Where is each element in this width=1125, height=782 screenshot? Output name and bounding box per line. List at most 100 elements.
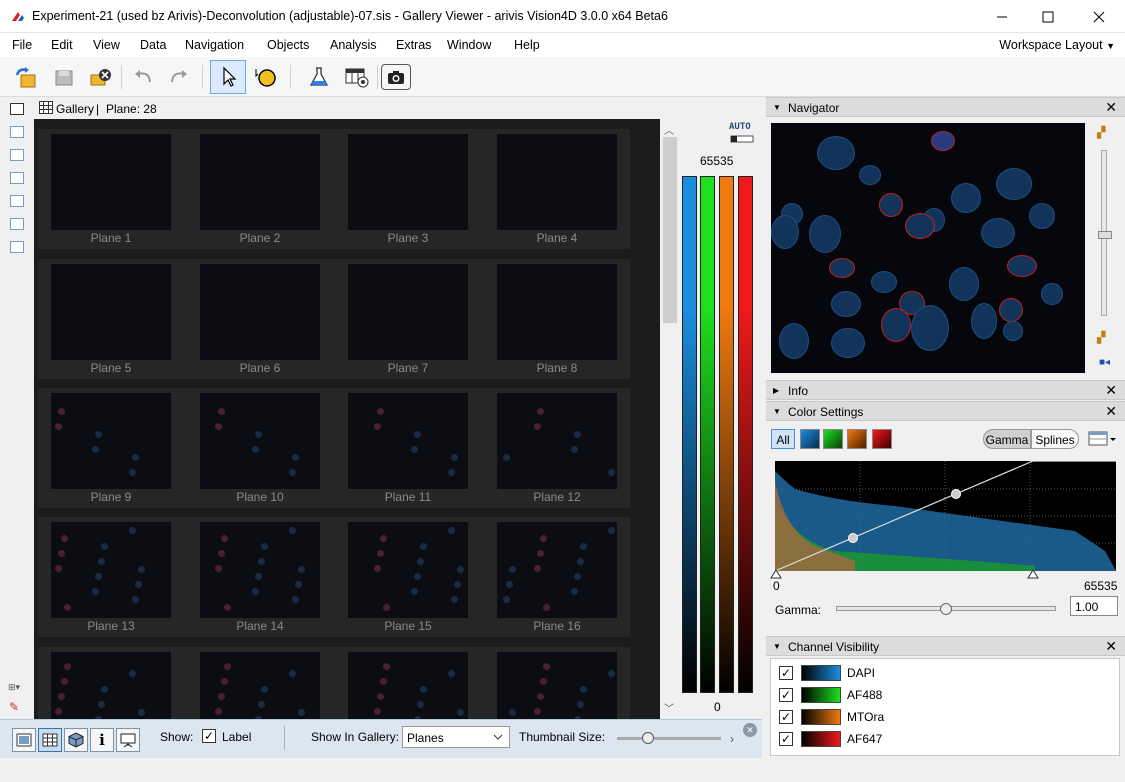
plane-thumbnail[interactable]	[348, 393, 468, 489]
plane-thumbnail[interactable]	[348, 134, 468, 230]
gallery-viewer-button[interactable]	[340, 62, 372, 92]
af647-range-bar[interactable]	[738, 176, 753, 693]
menu-objects[interactable]: Objects	[267, 38, 309, 52]
scroll-up-icon[interactable]: ︿	[664, 122, 674, 137]
black-point-marker-icon[interactable]	[770, 569, 782, 579]
info-view-button[interactable]: i	[90, 728, 114, 752]
channel-color-swatch[interactable]	[801, 687, 841, 703]
navigator-zoom-in-icon[interactable]: ▞	[1097, 126, 1105, 139]
plane-thumbnail[interactable]	[200, 522, 320, 618]
presentation-view-button[interactable]	[116, 728, 140, 752]
gallery-viewport[interactable]: Plane 1 Plane 2 Plane 3 Plane 4 Plane 5 Plane…	[34, 119, 660, 719]
plane-thumbnail[interactable]	[348, 652, 468, 719]
mtora-range-bar[interactable]	[719, 176, 734, 693]
af647-channel-button[interactable]	[872, 429, 892, 449]
mtora-channel-button[interactable]	[847, 429, 867, 449]
thumbnail-size-slider[interactable]	[617, 737, 721, 740]
channel-color-swatch[interactable]	[801, 731, 841, 747]
plane-thumbnail[interactable]	[497, 134, 617, 230]
close-button[interactable]	[1076, 0, 1122, 33]
3d-view-button[interactable]	[64, 728, 88, 752]
split-four-icon[interactable]	[10, 195, 24, 207]
dapi-channel-button[interactable]	[800, 429, 820, 449]
channel-visible-checkbox[interactable]: ✓	[779, 732, 793, 746]
chevron-right-icon[interactable]: ›	[730, 732, 734, 746]
redo-button[interactable]	[163, 62, 195, 92]
menu-file[interactable]: File	[12, 38, 32, 52]
channel-visibility-header[interactable]: ▼ Channel Visibility ✕	[766, 636, 1125, 656]
plane-thumbnail[interactable]	[348, 264, 468, 360]
plane-thumbnail[interactable]	[497, 652, 617, 719]
gallery-view-button[interactable]	[38, 728, 62, 752]
menu-analysis[interactable]: Analysis	[330, 38, 377, 52]
navigator-zoom-out-icon[interactable]: ▞	[1097, 331, 1105, 344]
menu-edit[interactable]: Edit	[51, 38, 73, 52]
gamma-tab[interactable]: Gamma	[983, 429, 1031, 449]
pin-icon[interactable]: ✎	[9, 700, 19, 714]
plane-thumbnail[interactable]	[51, 522, 171, 618]
split-three-icon[interactable]	[10, 172, 24, 184]
navigator-zoom-thumb[interactable]	[1098, 231, 1112, 239]
2d-view-button[interactable]	[12, 728, 36, 752]
plane-thumbnail[interactable]	[51, 393, 171, 489]
close-icon[interactable]: ✕	[1105, 403, 1117, 420]
channel-visible-checkbox[interactable]: ✓	[779, 666, 793, 680]
auto-label[interactable]: AUTO	[729, 122, 751, 132]
maximize-button[interactable]	[1025, 0, 1071, 33]
close-icon[interactable]: ✕	[1105, 638, 1117, 655]
navigator-panel-header[interactable]: ▼ Navigator ✕	[766, 97, 1125, 117]
channel-color-swatch[interactable]	[801, 665, 841, 681]
undo-button[interactable]	[127, 62, 159, 92]
af488-channel-button[interactable]	[823, 429, 843, 449]
plane-thumbnail[interactable]	[348, 522, 468, 618]
split-vertical-icon[interactable]	[10, 126, 24, 138]
close-file-button[interactable]	[84, 62, 116, 92]
auto-toggle[interactable]	[730, 133, 754, 143]
minimize-button[interactable]	[979, 0, 1025, 33]
dapi-range-bar[interactable]	[682, 176, 697, 693]
screenshot-button[interactable]	[381, 64, 411, 90]
select-tool-button[interactable]	[210, 60, 246, 94]
single-view-icon[interactable]	[10, 103, 24, 115]
channel-visible-checkbox[interactable]: ✓	[779, 710, 793, 724]
menu-navigation[interactable]: Navigation	[185, 38, 244, 52]
plane-thumbnail[interactable]	[51, 134, 171, 230]
scroll-down-icon[interactable]: ﹀	[664, 700, 674, 715]
close-icon[interactable]: ✕	[1105, 382, 1117, 399]
plane-thumbnail[interactable]	[200, 652, 320, 719]
plane-thumbnail[interactable]	[497, 522, 617, 618]
white-point-marker-icon[interactable]	[1027, 569, 1039, 579]
plane-thumbnail[interactable]	[200, 393, 320, 489]
show-in-gallery-select[interactable]: Planes	[402, 726, 510, 748]
menu-extras[interactable]: Extras	[396, 38, 431, 52]
plane-thumbnail[interactable]	[51, 264, 171, 360]
thumbnail-size-thumb[interactable]	[642, 732, 655, 744]
channel-color-swatch[interactable]	[801, 709, 841, 725]
info-panel-header[interactable]: ▶ Info ✕	[766, 380, 1125, 400]
label-checkbox[interactable]: ✓	[202, 729, 216, 743]
histogram[interactable]	[775, 461, 1116, 571]
object-tool-button[interactable]	[249, 62, 281, 92]
plane-thumbnail[interactable]	[497, 393, 617, 489]
channel-visible-checkbox[interactable]: ✓	[779, 688, 793, 702]
close-icon[interactable]: ✕	[1105, 99, 1117, 116]
plane-thumbnail[interactable]	[200, 134, 320, 230]
menu-view[interactable]: View	[93, 38, 120, 52]
split-six-icon[interactable]	[10, 218, 24, 230]
plane-thumbnail[interactable]	[200, 264, 320, 360]
splines-tab[interactable]: Splines	[1031, 429, 1079, 449]
save-button[interactable]	[48, 62, 80, 92]
menu-help[interactable]: Help	[514, 38, 540, 52]
plane-thumbnail[interactable]	[51, 652, 171, 719]
split-horizontal-icon[interactable]	[10, 149, 24, 161]
open-button[interactable]	[10, 62, 42, 92]
all-channels-button[interactable]: All	[771, 429, 795, 449]
split-nine-icon[interactable]	[10, 241, 24, 253]
navigator-image[interactable]	[771, 123, 1085, 373]
menu-data[interactable]: Data	[140, 38, 166, 52]
lookup-options-button[interactable]	[1088, 430, 1118, 448]
link-views-icon[interactable]: ⊞▾	[8, 682, 20, 693]
gamma-slider-thumb[interactable]	[940, 603, 952, 615]
color-settings-header[interactable]: ▼ Color Settings ✕	[766, 401, 1125, 421]
analysis-button[interactable]	[303, 62, 335, 92]
